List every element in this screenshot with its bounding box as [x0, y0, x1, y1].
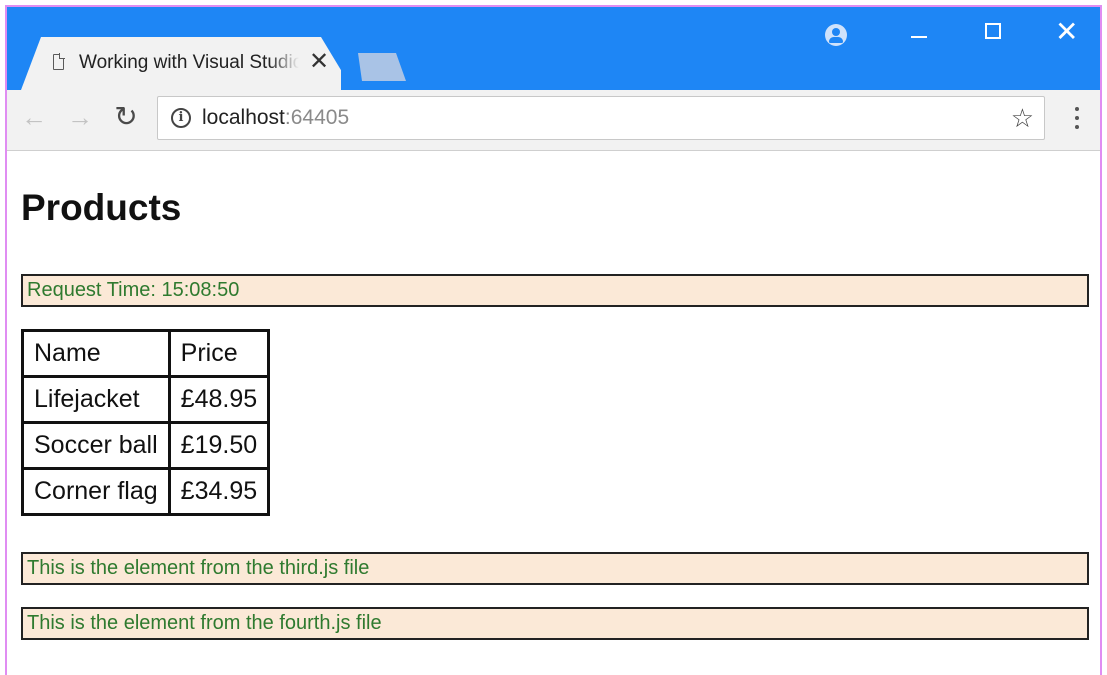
- page-icon: [53, 53, 65, 70]
- tab-close-icon[interactable]: ✕: [309, 48, 329, 76]
- header-name: Name: [21, 329, 171, 378]
- table-row: Lifejacket £48.95: [21, 375, 271, 424]
- page-title: Products: [21, 187, 182, 228]
- product-price: £19.50: [167, 421, 271, 470]
- product-name: Lifejacket: [21, 375, 171, 424]
- page-content: Products Request Time: 15:08:50 Name Pri…: [7, 151, 1100, 675]
- product-name: Soccer ball: [21, 421, 171, 470]
- info-icon[interactable]: i: [171, 108, 191, 128]
- products-table: Name Price Lifejacket £48.95 Soccer ball…: [21, 329, 271, 516]
- table-row: Corner flag £34.95: [21, 467, 271, 516]
- tab-title: Working with Visual Studio: [79, 52, 299, 73]
- forward-icon[interactable]: →: [63, 100, 97, 134]
- close-window-icon[interactable]: ✕: [1055, 17, 1078, 47]
- browser-toolbar: ← → ↻ i localhost:64405 ☆: [7, 90, 1100, 151]
- browser-tab[interactable]: Working with Visual Studio ✕: [21, 37, 341, 90]
- maximize-icon[interactable]: [985, 23, 1001, 39]
- fourth-js-message: This is the element from the fourth.js f…: [21, 607, 1089, 640]
- url-text[interactable]: localhost:64405: [202, 106, 349, 130]
- table-row: Soccer ball £19.50: [21, 421, 271, 470]
- address-bar[interactable]: i localhost:64405 ☆: [157, 96, 1045, 140]
- table-header-row: Name Price: [21, 329, 271, 378]
- back-icon[interactable]: ←: [17, 100, 51, 134]
- minimize-icon[interactable]: [911, 36, 927, 38]
- product-price: £34.95: [167, 467, 271, 516]
- browser-window: Working with Visual Studio ✕ ✕ ← → ↻ i l…: [5, 5, 1102, 675]
- reload-icon[interactable]: ↻: [109, 100, 143, 134]
- bookmark-star-icon[interactable]: ☆: [1011, 103, 1034, 133]
- url-host: localhost: [202, 106, 285, 129]
- title-bar: Working with Visual Studio ✕ ✕: [7, 7, 1100, 90]
- menu-icon[interactable]: [1067, 102, 1087, 136]
- product-name: Corner flag: [21, 467, 171, 516]
- request-time-message: Request Time: 15:08:50: [21, 274, 1089, 307]
- header-price: Price: [167, 329, 271, 378]
- new-tab-button[interactable]: [358, 53, 406, 81]
- account-icon[interactable]: [825, 24, 847, 46]
- product-price: £48.95: [167, 375, 271, 424]
- third-js-message: This is the element from the third.js fi…: [21, 552, 1089, 585]
- url-port: :64405: [284, 106, 350, 129]
